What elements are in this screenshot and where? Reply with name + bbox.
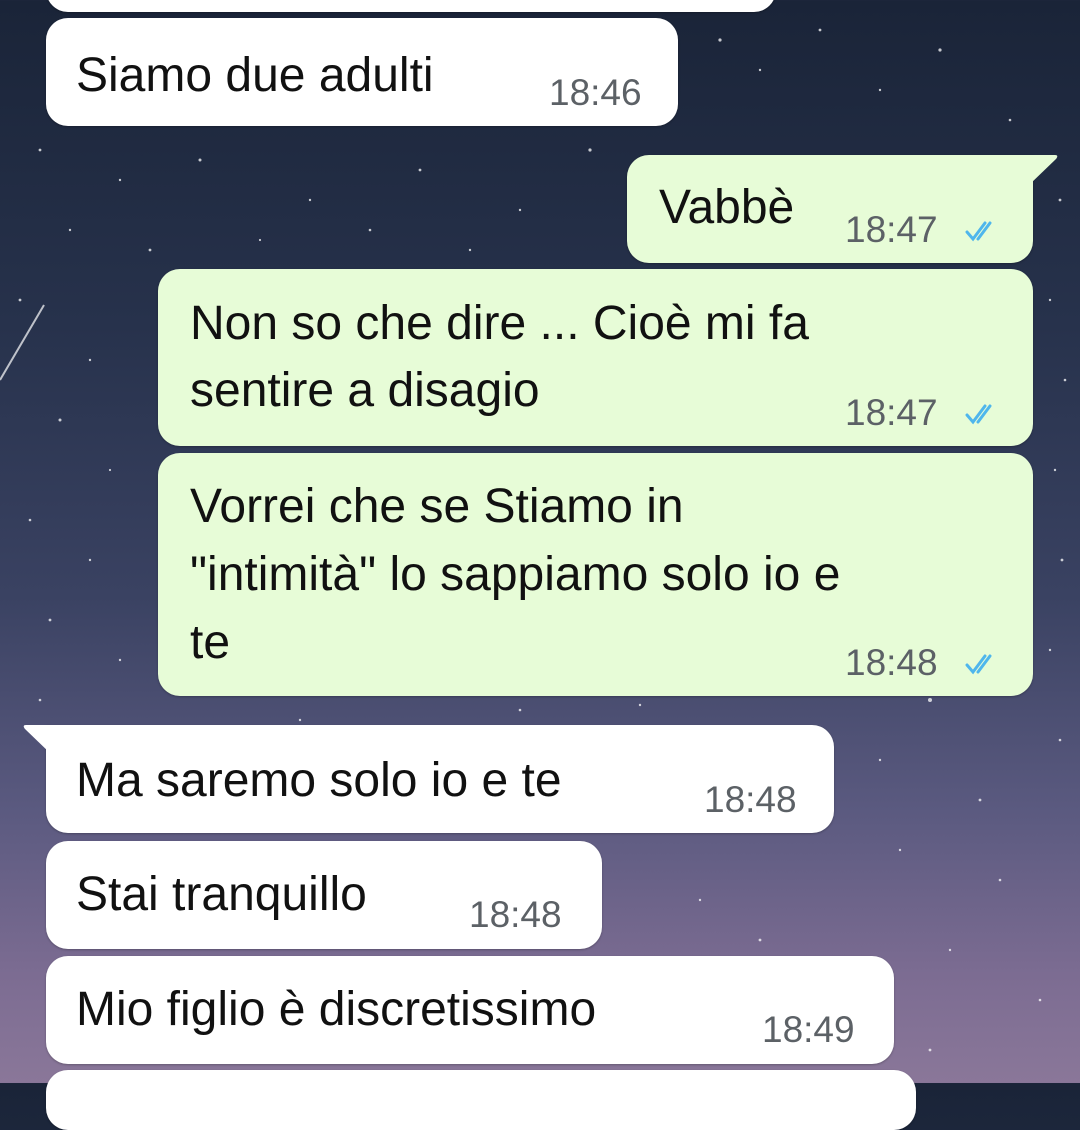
message-timestamp: 18:47 bbox=[845, 209, 938, 250]
bubble-tail bbox=[1029, 155, 1058, 185]
message-text-line: Non so che dire ... Cioè mi fa bbox=[190, 297, 809, 350]
read-ticks-icon bbox=[965, 221, 992, 242]
message-bubble-incoming[interactable]: Mio figlio è discretissimo 18:49 bbox=[46, 956, 894, 1064]
message-bubble-incoming[interactable]: Ma saremo solo io e te 18:48 bbox=[23, 725, 834, 833]
message-bubble-outgoing[interactable]: Non so che dire ... Cioè mi fa sentire a… bbox=[158, 269, 1033, 446]
message-bubble-outgoing[interactable]: Vorrei che se Stiamo in "intimità" lo sa… bbox=[158, 453, 1033, 696]
message-timestamp: 18:46 bbox=[549, 72, 642, 113]
message-bubble-incoming[interactable]: Siamo due adulti 18:46 bbox=[46, 18, 678, 126]
message-text-line: Vorrei che se Stiamo in bbox=[190, 480, 684, 533]
message-bubble-incoming-partial[interactable] bbox=[46, 1070, 916, 1130]
message-text: Mio figlio è discretissimo bbox=[76, 983, 597, 1036]
message-timestamp: 18:48 bbox=[845, 642, 938, 683]
message-timestamp: 18:48 bbox=[469, 894, 562, 935]
bubble-tail bbox=[23, 725, 52, 755]
message-timestamp: 18:47 bbox=[845, 392, 938, 433]
message-bubble-incoming[interactable]: Stai tranquillo 18:48 bbox=[46, 841, 602, 949]
message-text-line: "intimità" lo sappiamo solo io e bbox=[190, 548, 841, 601]
message-text: Stai tranquillo bbox=[76, 868, 367, 921]
message-timestamp: 18:49 bbox=[762, 1009, 855, 1050]
message-timestamp: 18:48 bbox=[704, 779, 797, 820]
message-text: Vabbè bbox=[659, 181, 795, 234]
message-bubble-incoming-partial[interactable] bbox=[46, 0, 776, 12]
message-text-line: te bbox=[190, 616, 231, 669]
message-text: Ma saremo solo io e te bbox=[76, 754, 562, 807]
message-text-line: sentire a disagio bbox=[190, 364, 540, 417]
read-ticks-icon bbox=[965, 404, 992, 425]
message-bubble-outgoing[interactable]: Vabbè 18:47 bbox=[627, 155, 1058, 263]
read-ticks-icon bbox=[965, 654, 992, 675]
message-text: Siamo due adulti bbox=[76, 49, 434, 102]
